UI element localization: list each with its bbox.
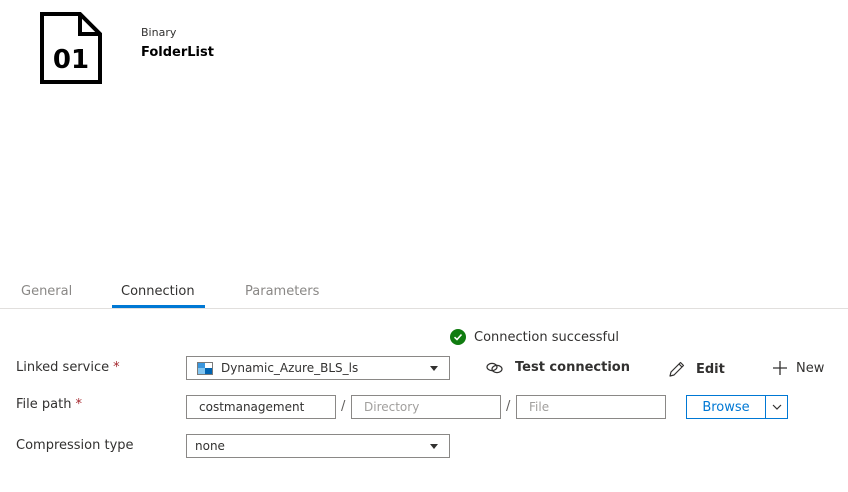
path-separator: /: [341, 399, 346, 414]
blob-storage-icon: [197, 361, 213, 375]
container-input[interactable]: [186, 395, 336, 419]
linked-service-label-text: Linked service: [16, 360, 110, 375]
linked-service-label: Linked service *: [16, 360, 120, 375]
required-mark: *: [75, 397, 82, 412]
required-mark: *: [113, 360, 120, 375]
compression-type-value: none: [195, 439, 225, 453]
browse-button[interactable]: Browse: [686, 395, 766, 419]
path-separator: /: [506, 399, 511, 414]
tab-connection[interactable]: Connection: [121, 284, 195, 299]
new-label: New: [796, 360, 825, 376]
linked-service-select[interactable]: Dynamic_Azure_BLS_ls: [186, 356, 450, 380]
dataset-type: Binary: [141, 26, 177, 39]
tab-parameters[interactable]: Parameters: [245, 284, 319, 299]
tabs-divider: [0, 308, 848, 309]
chevron-down-icon: [430, 444, 438, 449]
file-path-label: File path *: [16, 397, 82, 412]
binary-file-icon: 01: [40, 12, 102, 84]
browse-options-button[interactable]: [765, 395, 788, 419]
pencil-icon: [668, 360, 686, 378]
compression-type-select[interactable]: none: [186, 434, 450, 458]
chevron-down-icon: [772, 404, 782, 410]
file-input[interactable]: [516, 395, 666, 419]
file-path-label-text: File path: [16, 397, 72, 412]
test-connection-label: Test connection: [515, 360, 630, 375]
directory-input[interactable]: [351, 395, 501, 419]
chevron-down-icon: [430, 366, 438, 371]
tab-general[interactable]: General: [21, 284, 72, 299]
file-icon-text: 01: [53, 45, 89, 75]
edit-label: Edit: [696, 361, 725, 377]
link-icon: [486, 362, 503, 374]
connection-status-text: Connection successful: [474, 329, 619, 345]
compression-type-label: Compression type: [16, 438, 134, 453]
connection-status: Connection successful: [450, 329, 619, 345]
edit-button[interactable]: Edit: [668, 360, 725, 378]
test-connection-button[interactable]: Test connection: [486, 360, 630, 375]
new-button[interactable]: New: [772, 360, 824, 376]
success-check-icon: [450, 329, 466, 345]
dataset-name: FolderList: [141, 45, 214, 60]
plus-icon: [772, 360, 788, 376]
linked-service-value: Dynamic_Azure_BLS_ls: [221, 361, 359, 375]
